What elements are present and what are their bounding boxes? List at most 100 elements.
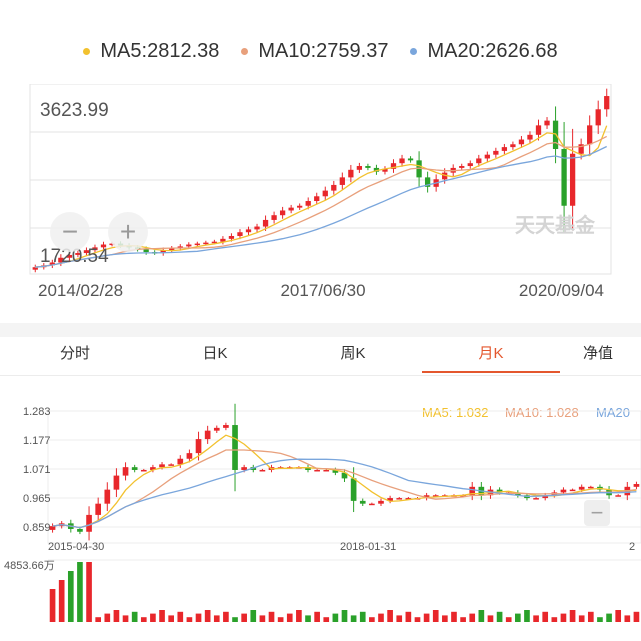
volume-bar [86, 562, 92, 622]
candle-body [259, 469, 266, 472]
tab-weekly-k[interactable]: 周K [303, 337, 403, 374]
candle-body [484, 154, 490, 159]
legend-ma5-label: MA5:2812.38 [100, 39, 220, 62]
candle-body [140, 469, 147, 472]
volume-bar [423, 613, 430, 622]
top-date-start: 2014/02/28 [38, 281, 123, 300]
volume-bar [314, 611, 320, 622]
tab-net-value[interactable]: 净值 [583, 337, 641, 374]
legend-ma10: MA10:2759.37 [241, 40, 388, 63]
volume-bar [560, 613, 567, 622]
candle-body [365, 166, 371, 168]
volume-bar [405, 611, 412, 622]
candle-body [305, 201, 311, 206]
candle-body [95, 503, 102, 515]
top-date-mid: 2017/06/30 [280, 281, 365, 300]
volume-bar [177, 611, 184, 622]
volume-bar [268, 611, 275, 622]
volume-bar [524, 610, 530, 622]
candle-body [544, 120, 550, 126]
volume-bar [122, 615, 129, 622]
volume-bar [332, 613, 339, 622]
candle-body [195, 439, 202, 454]
ma10-dot [241, 47, 249, 55]
candle-body [186, 453, 193, 459]
ma10-line [52, 449, 637, 529]
minus-icon: − [591, 500, 604, 525]
candle-body [348, 169, 354, 178]
candle-body [510, 144, 516, 148]
candle-body [323, 469, 330, 472]
candle-body [241, 467, 247, 470]
y-tick-label: 1.177 [23, 435, 51, 447]
volume-bar [460, 617, 466, 622]
y-tick-label: 1.071 [23, 464, 51, 476]
volume-bar [369, 617, 375, 622]
candle-body [262, 219, 269, 227]
candle-body [569, 489, 576, 492]
ma20-dot [410, 47, 418, 55]
volume-bar [223, 611, 229, 622]
candle-body [194, 243, 200, 246]
tab-intraday[interactable]: 分时 [25, 337, 125, 374]
candle-body [228, 236, 235, 239]
volume-bar [432, 610, 439, 622]
candle-body [615, 495, 622, 497]
volume-bar [469, 613, 476, 622]
candle-body [204, 430, 211, 440]
period-tabs: 分时 日K 周K 月K 净值 [0, 337, 641, 376]
volume-bar [259, 615, 266, 622]
y-tick-label: 1.283 [23, 406, 51, 418]
volume-bar [104, 613, 111, 622]
minus-icon: − [62, 216, 78, 247]
overview-kline-chart[interactable]: 3623.99 1720.54 天天基金 − + 2014/02/28 2017… [0, 84, 641, 304]
candle-body [245, 229, 252, 233]
candle-body [186, 244, 192, 247]
volume-bar [95, 617, 102, 622]
y-tick-label: 0.859 [23, 522, 51, 534]
bottom-legend-ma5: MA5: 1.032 [422, 405, 489, 420]
volume-bar [186, 617, 193, 622]
volume-bar [67, 571, 74, 622]
bottom-date-end: 2 [629, 541, 635, 553]
volume-bar [442, 615, 448, 622]
volume-bar [378, 613, 384, 622]
tab-daily-k[interactable]: 日K [165, 337, 265, 374]
zoom-out-button[interactable]: − [50, 212, 90, 252]
watermark-logo: 天天基金 [515, 213, 596, 237]
candle-body [237, 232, 243, 237]
volume-bar [578, 615, 585, 622]
candle-body [223, 425, 229, 428]
volume-bar [624, 615, 631, 622]
candle-body [587, 125, 593, 145]
monthly-kline-chart[interactable]: MA5: 1.032 MA10: 1.028 MA20 1.283 1.177 … [0, 390, 641, 641]
candle-body [595, 109, 601, 126]
bottom-zoom-out-button[interactable]: − [584, 500, 610, 526]
candle-body [467, 163, 473, 167]
top-date-end: 2020/09/04 [519, 281, 604, 300]
zoom-in-button[interactable]: + [108, 212, 148, 252]
volume-bar [587, 611, 594, 622]
volume-bar [542, 611, 549, 622]
candle-body [459, 166, 465, 168]
volume-bar [505, 617, 512, 622]
volume-bar [323, 617, 330, 622]
legend-ma20-label: MA20:2626.68 [427, 39, 558, 62]
candle-body [77, 528, 83, 532]
candle-body [369, 503, 375, 506]
volume-bar [77, 562, 83, 622]
section-divider [0, 323, 641, 337]
volume-bar [204, 610, 211, 622]
candle-body [350, 478, 357, 501]
candle-body [518, 139, 525, 145]
bottom-legend-ma10: MA10: 1.028 [505, 405, 579, 420]
candle-body [203, 242, 209, 245]
volume-bar [140, 617, 147, 622]
candle-body [314, 469, 320, 472]
candle-body [396, 498, 403, 500]
tab-monthly-k[interactable]: 月K [441, 337, 541, 374]
candle-body [168, 464, 174, 466]
volume-bar [232, 617, 238, 622]
volume-bar [451, 611, 457, 622]
volume-bar [131, 611, 138, 622]
